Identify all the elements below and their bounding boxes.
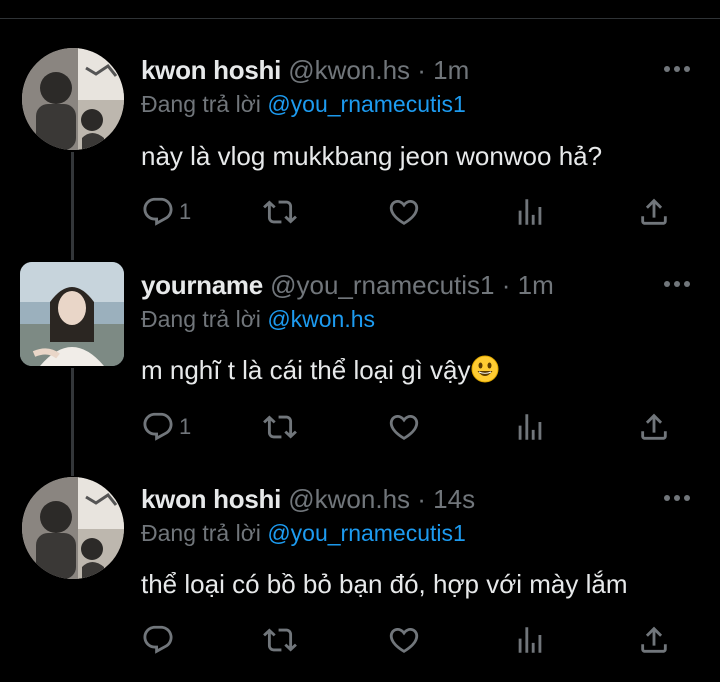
- replying-to: Đang trả lời @you_rnamecutis1: [141, 91, 466, 118]
- more-options-icon[interactable]: [664, 491, 694, 505]
- tweet-header: kwon hoshi @kwon.hs · 1m: [141, 55, 469, 86]
- views-button[interactable]: [513, 409, 547, 445]
- replying-to-label: Đang trả lời: [141, 306, 261, 332]
- views-button[interactable]: [513, 622, 547, 658]
- share-button[interactable]: [637, 622, 671, 658]
- replying-to-label: Đang trả lời: [141, 91, 261, 117]
- tweet-text: m nghĩ t là cái thể loại gì vậy: [141, 355, 499, 386]
- share-icon: [637, 410, 671, 444]
- like-button[interactable]: [387, 622, 421, 658]
- views-button[interactable]: [513, 194, 547, 230]
- handle[interactable]: @kwon.hs: [288, 484, 410, 514]
- handle[interactable]: @kwon.hs: [288, 55, 410, 85]
- like-button[interactable]: [387, 409, 421, 445]
- retweet-icon: [263, 195, 297, 229]
- mention-link[interactable]: @kwon.hs: [267, 306, 375, 332]
- reply-icon: [141, 623, 175, 657]
- action-bar: 1: [0, 194, 720, 230]
- tweet: kwon hoshi @kwon.hs · 1m Đang trả lời @y…: [0, 0, 720, 250]
- more-options-icon[interactable]: [664, 62, 694, 76]
- tweet-header: kwon hoshi @kwon.hs · 14s: [141, 484, 475, 515]
- tweet-header: yourname @you_rnamecutis1 · 1m: [141, 270, 554, 301]
- like-icon: [387, 623, 421, 657]
- replying-to: Đang trả lời @kwon.hs: [141, 306, 375, 333]
- avatar[interactable]: [20, 262, 124, 366]
- like-icon: [387, 195, 421, 229]
- tweet: yourname @you_rnamecutis1 · 1m Đang trả …: [0, 250, 720, 465]
- smiley-face-emoji: [471, 355, 499, 383]
- views-icon: [513, 410, 547, 444]
- tweet-text-content: m nghĩ t là cái thể loại gì vậy: [141, 355, 471, 385]
- mention-link[interactable]: @you_rnamecutis1: [267, 91, 466, 117]
- retweet-button[interactable]: [263, 409, 297, 445]
- tweet-text: thể loại có bồ bỏ bạn đó, hợp với mày lắ…: [141, 569, 627, 600]
- reply-button[interactable]: 1: [141, 409, 191, 445]
- mention-link[interactable]: @you_rnamecutis1: [267, 520, 466, 546]
- separator: ·: [417, 484, 426, 514]
- like-icon: [387, 410, 421, 444]
- views-icon: [513, 623, 547, 657]
- retweet-icon: [263, 410, 297, 444]
- reply-button[interactable]: [141, 622, 179, 658]
- action-bar: 1: [0, 409, 720, 445]
- replying-to-label: Đang trả lời: [141, 520, 261, 546]
- retweet-icon: [263, 623, 297, 657]
- timestamp[interactable]: 1m: [433, 55, 469, 85]
- like-button[interactable]: [387, 194, 421, 230]
- share-button[interactable]: [637, 409, 671, 445]
- tweet-text-content: này là vlog mukkbang jeon wonwoo hả?: [141, 141, 603, 171]
- avatar[interactable]: [22, 477, 124, 579]
- more-options-icon[interactable]: [664, 277, 694, 291]
- separator: ·: [501, 270, 511, 300]
- action-bar: [0, 622, 720, 658]
- reply-count: 1: [179, 199, 192, 224]
- share-icon: [637, 195, 671, 229]
- views-icon: [513, 195, 547, 229]
- reply-count: 1: [179, 414, 192, 439]
- reply-icon: [141, 410, 175, 444]
- retweet-button[interactable]: [263, 622, 297, 658]
- display-name[interactable]: kwon hoshi: [141, 55, 281, 85]
- avatar[interactable]: [22, 48, 124, 150]
- display-name[interactable]: kwon hoshi: [141, 484, 281, 514]
- reply-button[interactable]: 1: [141, 194, 191, 230]
- tweet-text-content: thể loại có bồ bỏ bạn đó, hợp với mày lắ…: [141, 569, 628, 599]
- timestamp[interactable]: 1m: [518, 270, 554, 300]
- display-name[interactable]: yourname: [141, 270, 263, 300]
- timestamp[interactable]: 14s: [433, 484, 475, 514]
- replying-to: Đang trả lời @you_rnamecutis1: [141, 520, 466, 547]
- separator: ·: [417, 55, 426, 85]
- tweet: kwon hoshi @kwon.hs · 14s Đang trả lời @…: [0, 465, 720, 682]
- retweet-button[interactable]: [263, 194, 297, 230]
- tweet-text: này là vlog mukkbang jeon wonwoo hả?: [141, 141, 602, 172]
- handle[interactable]: @you_rnamecutis1: [270, 270, 494, 300]
- reply-icon: [141, 195, 175, 229]
- share-icon: [637, 623, 671, 657]
- share-button[interactable]: [637, 194, 671, 230]
